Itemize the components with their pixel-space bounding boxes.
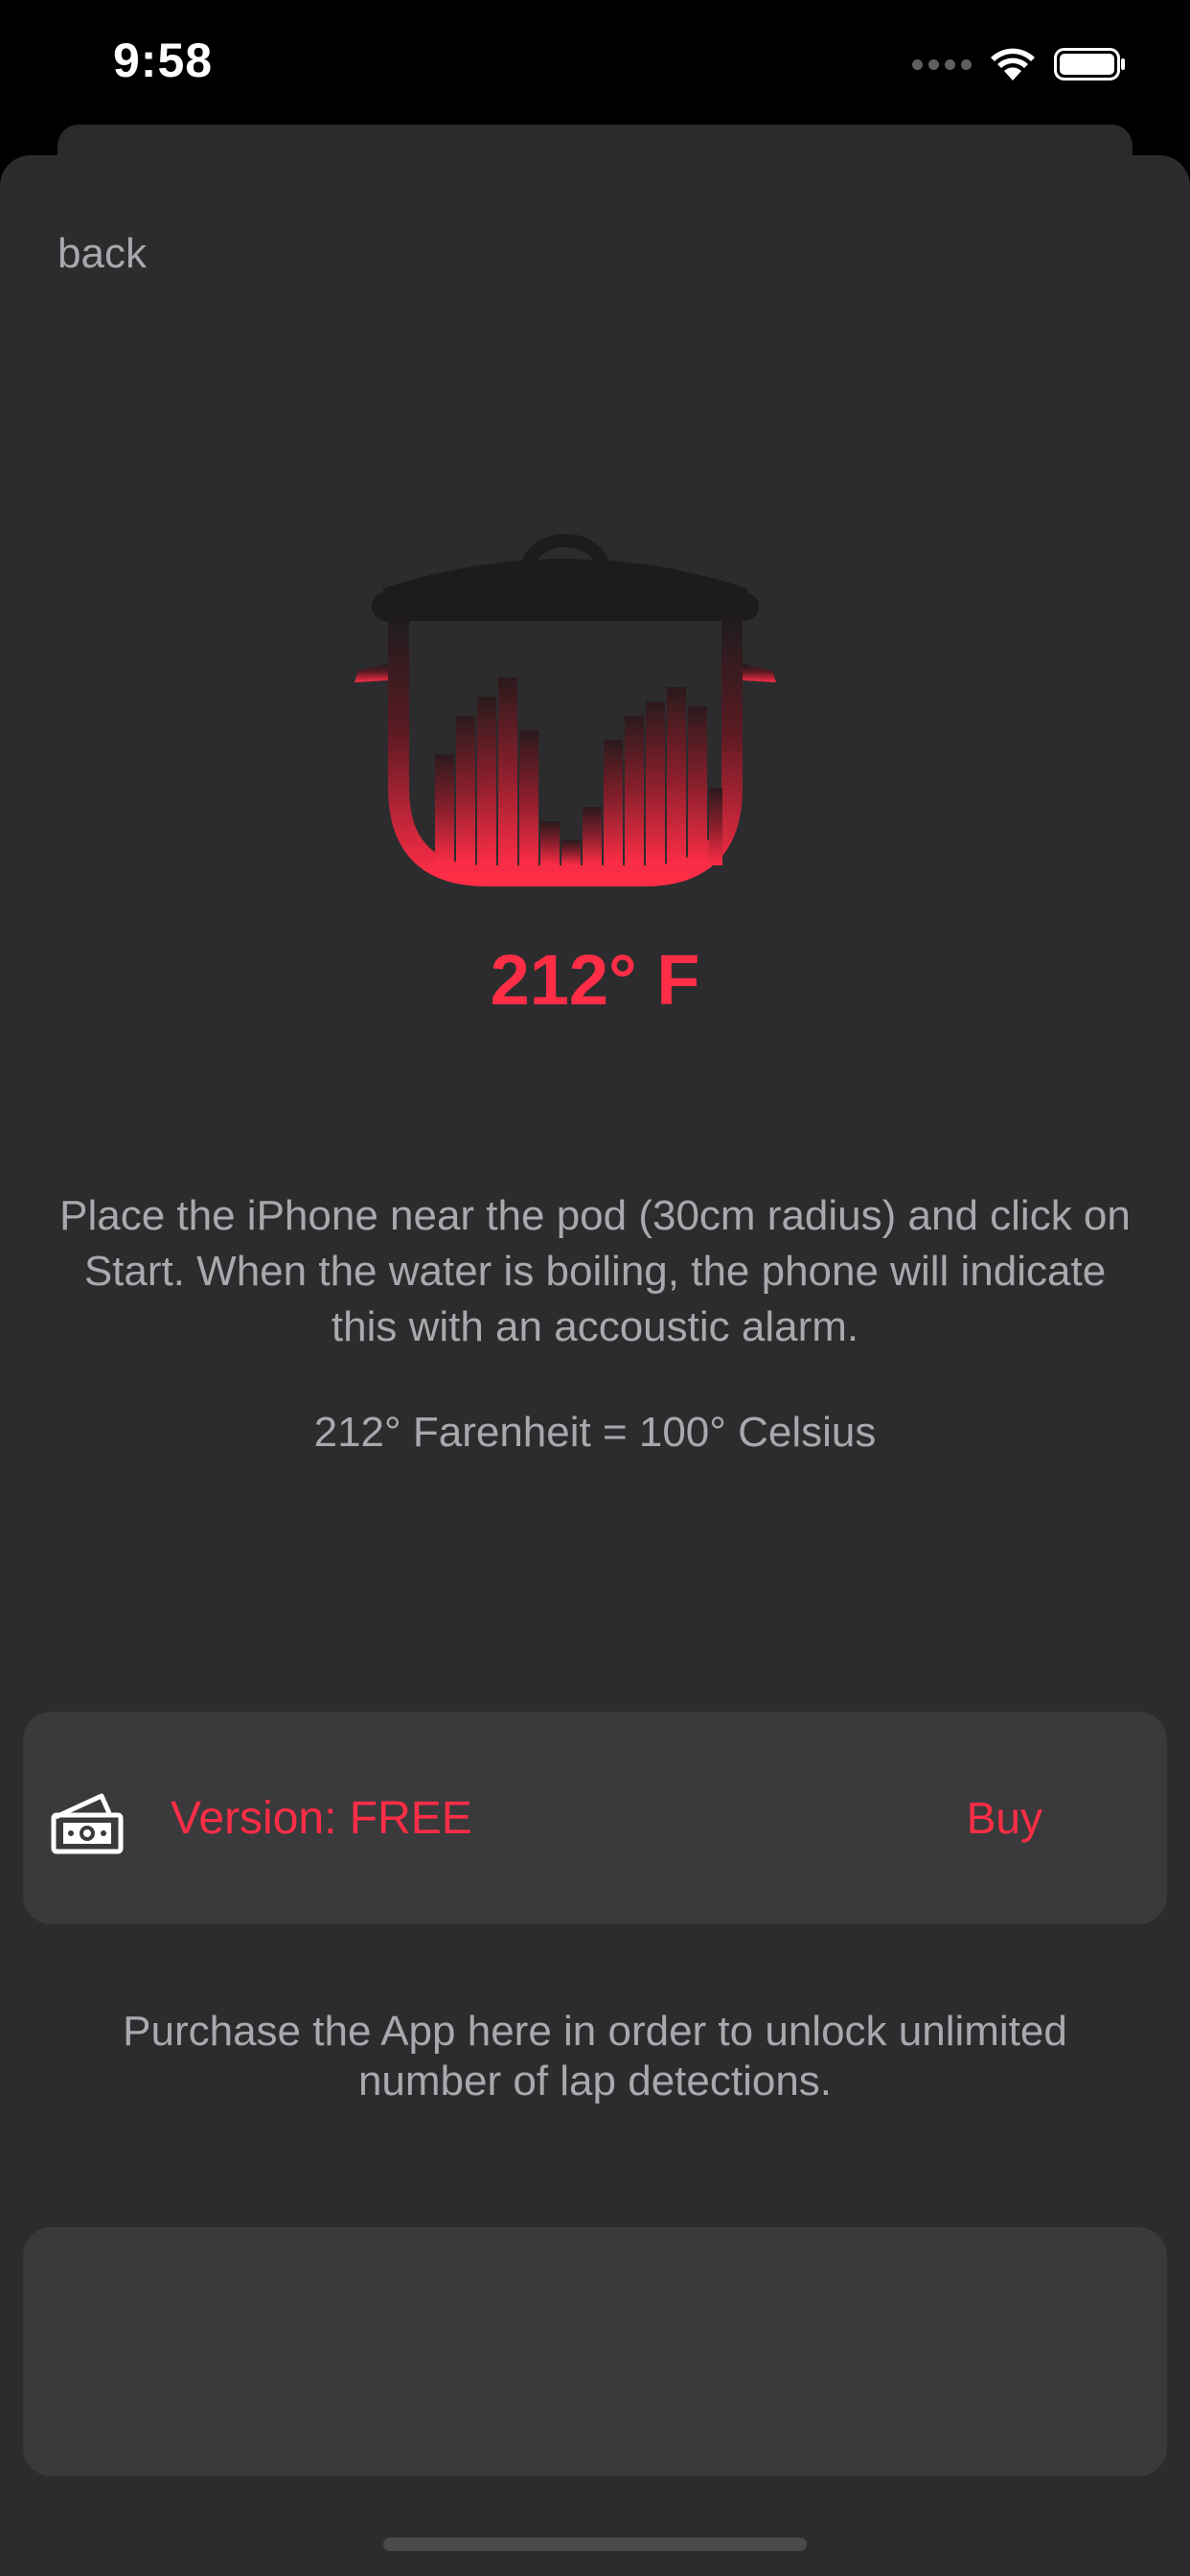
modal-sheet: back [0, 155, 1190, 2576]
status-bar: 9:58 [0, 0, 1190, 125]
purchase-note: Purchase the App here in order to unlock… [123, 2008, 1067, 2104]
wifi-icon [991, 48, 1035, 80]
instructions-text: Place the iPhone near the pod (30cm radi… [59, 1192, 1131, 1350]
status-icons [912, 42, 1127, 86]
buy-button[interactable]: Buy [967, 1792, 1042, 1844]
next-settings-card[interactable] [23, 2227, 1167, 2476]
version-label: Version: FREE [171, 1793, 472, 1844]
status-time: 9:58 [113, 34, 214, 87]
version-card: Version: FREE Buy [23, 1712, 1167, 1924]
back-button[interactable]: back [57, 230, 147, 278]
home-indicator[interactable] [383, 2538, 807, 2551]
cellular-signal-icon [912, 58, 972, 70]
boiling-pot-icon [355, 534, 776, 886]
bottom-safe-area [0, 2476, 1190, 2576]
temperature-display: 212° F [490, 940, 700, 1020]
money-icon [51, 1793, 124, 1854]
battery-icon [1054, 48, 1125, 80]
temperature-conversion: 212° Farenheit = 100° Celsius [313, 1409, 877, 1456]
